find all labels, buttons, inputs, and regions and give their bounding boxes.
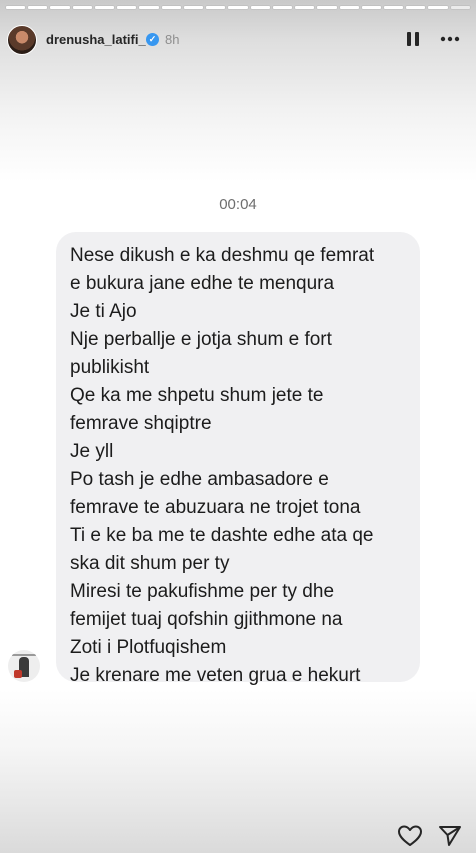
profile-avatar[interactable] xyxy=(7,25,37,55)
progress-segment xyxy=(317,6,337,9)
message-line: publikisht xyxy=(70,357,150,378)
send-icon[interactable] xyxy=(437,824,463,848)
message-line: Je krenare me veten grua e hekurt xyxy=(70,665,361,686)
progress-segment xyxy=(339,6,359,9)
message-line: femrave shqiptre xyxy=(70,413,212,434)
message-line: Nje perballje e jotja shum e fort xyxy=(70,329,332,350)
progress-segment xyxy=(6,6,26,9)
progress-segment xyxy=(428,6,448,9)
message-line: Miresi te pakufishme per ty dhe xyxy=(70,581,335,602)
story-progress-bar xyxy=(6,6,470,9)
progress-segment xyxy=(272,6,293,9)
message-line: Qe ka me shpetu shum jete te xyxy=(70,385,324,406)
verified-badge-icon: ✓ xyxy=(146,33,159,46)
message-line: Ti e ke ba me te dashte edhe ata qe xyxy=(70,525,374,546)
sender-avatar xyxy=(8,650,40,682)
message-line: e bukura jane edhe te menqura xyxy=(70,273,335,294)
message-timestamp: 00:04 xyxy=(219,196,257,213)
story-header: drenusha_latifi_ ✓ 8h xyxy=(0,20,476,60)
username[interactable]: drenusha_latifi_ xyxy=(46,32,146,48)
message-line: Po tash je edhe ambasadore e xyxy=(70,469,329,490)
progress-segment xyxy=(383,6,404,9)
story-time-ago: 8h xyxy=(165,32,180,47)
more-icon[interactable] xyxy=(438,29,462,49)
progress-segment xyxy=(295,6,315,9)
heart-icon[interactable] xyxy=(397,824,423,848)
progress-segment xyxy=(161,6,181,9)
progress-segment xyxy=(250,6,270,9)
progress-segment xyxy=(450,6,470,9)
progress-segment xyxy=(72,6,92,9)
pause-icon[interactable] xyxy=(404,30,422,48)
message-line: Nese dikush e ka deshmu qe femrat xyxy=(70,245,375,266)
progress-segment xyxy=(228,6,248,9)
message-line: Je yll xyxy=(70,441,114,462)
message-line: Je ti Ajo xyxy=(70,301,137,322)
message-line: femrave te abuzuara ne trojet tona xyxy=(70,497,361,518)
progress-segment xyxy=(183,6,204,9)
progress-segment xyxy=(117,6,137,9)
progress-segment xyxy=(50,6,70,9)
progress-segment xyxy=(361,6,381,9)
message-line: ska dit shum per ty xyxy=(70,553,230,574)
progress-segment xyxy=(28,6,48,9)
progress-segment xyxy=(406,6,426,9)
message-line: femijet tuaj qofshin gjithmone na xyxy=(70,609,343,630)
progress-segment xyxy=(206,6,226,9)
message-bubble: Nese dikush e ka deshmu qe femrat e bukur… xyxy=(56,232,420,686)
progress-segment xyxy=(94,6,115,9)
story-footer xyxy=(0,820,476,853)
progress-segment xyxy=(139,6,159,9)
message-line: Zoti i Plotfuqishem xyxy=(70,637,227,658)
